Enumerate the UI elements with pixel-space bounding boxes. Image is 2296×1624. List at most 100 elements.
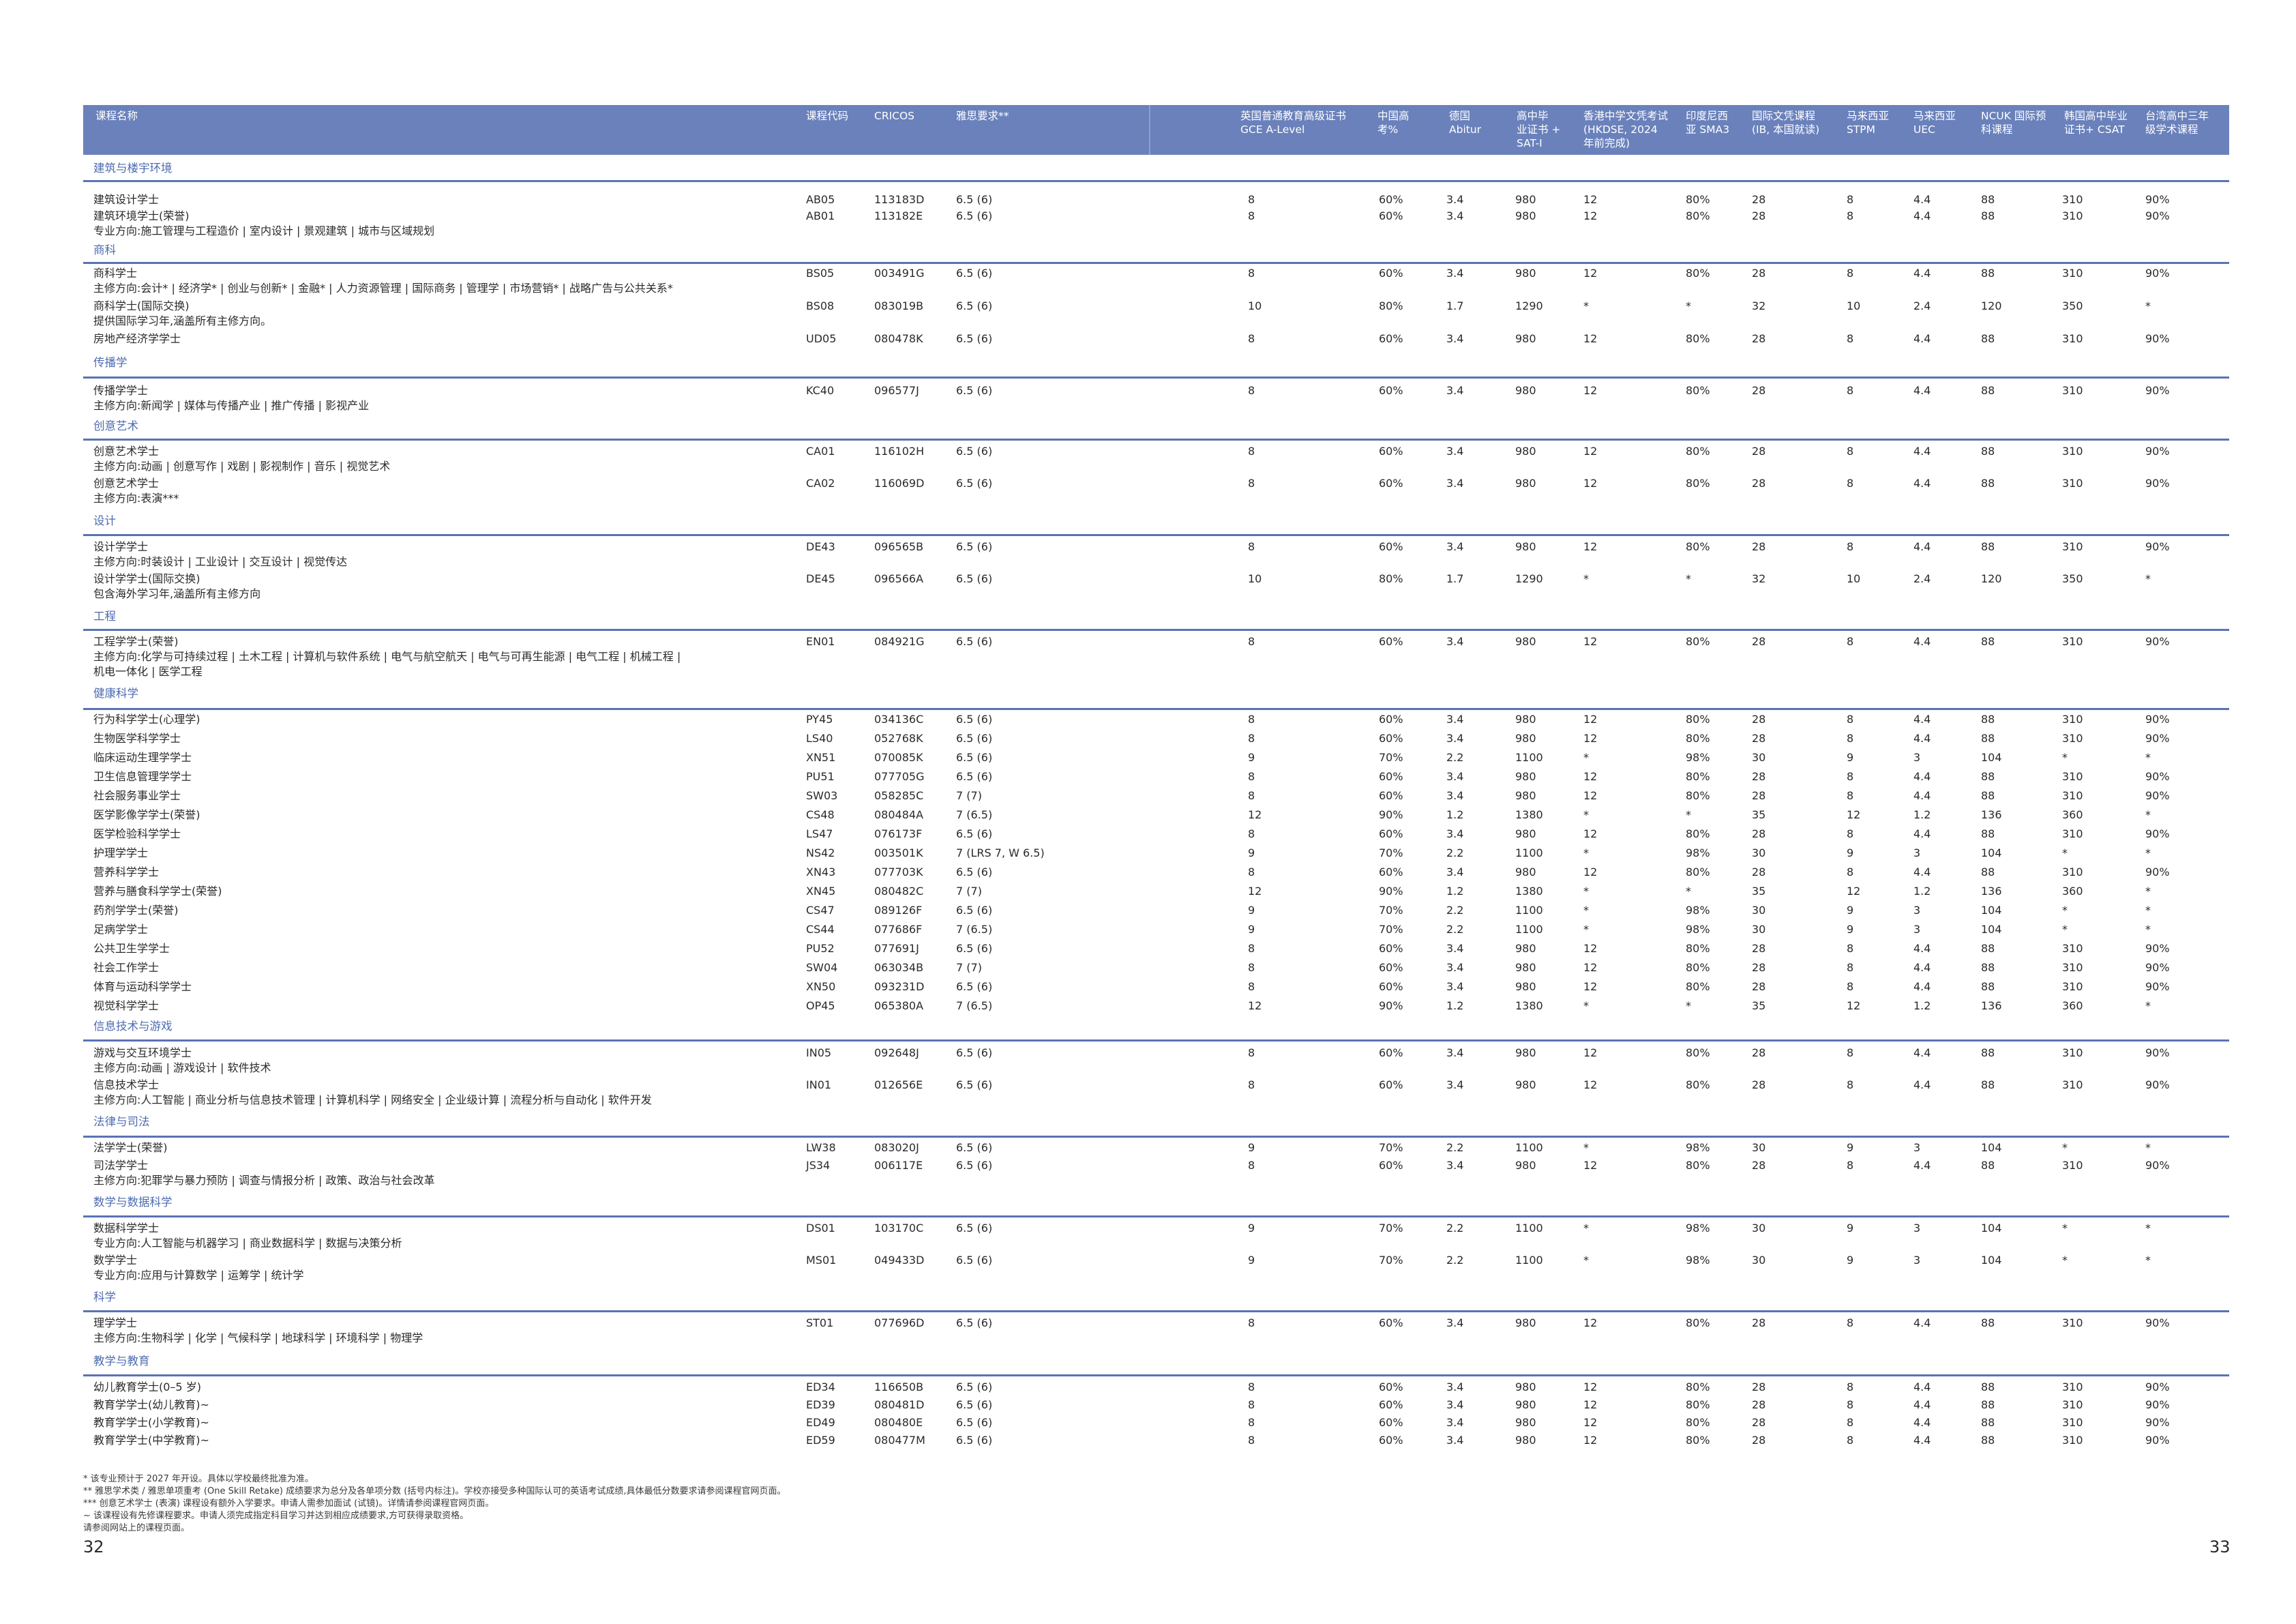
entry-score: 60% — [1379, 445, 1403, 458]
entry-score: 3.4 — [1446, 635, 1464, 648]
entry-score: 12 — [1583, 961, 1598, 974]
entry-score: 12 — [1583, 477, 1598, 490]
entry-score: 60% — [1379, 384, 1403, 397]
course-name: 传播学学士 — [93, 384, 149, 397]
entry-score: 3 — [1913, 904, 1921, 917]
entry-score: 28 — [1752, 540, 1766, 553]
entry-score: 28 — [1752, 209, 1766, 222]
entry-score: 310 — [2062, 1416, 2083, 1429]
cricos-code: 096566A — [874, 572, 924, 585]
entry-score: 12 — [1583, 332, 1598, 345]
cricos-code: 084921G — [874, 635, 925, 648]
ielts-requirement: 6.5 (6) — [956, 635, 993, 648]
entry-score: 80% — [1686, 1316, 1710, 1329]
entry-score: 28 — [1752, 1381, 1766, 1393]
entry-score: 80% — [1686, 1046, 1710, 1059]
entry-score: 90% — [2145, 332, 2170, 345]
entry-score: 4.4 — [1913, 942, 1931, 955]
course-code: NS42 — [806, 846, 835, 859]
course-code: XN51 — [806, 751, 836, 764]
header-cell: 德国 Abitur — [1449, 110, 1482, 136]
section-title: 数学与数据科学 — [93, 1196, 173, 1209]
entry-score: 35 — [1752, 999, 1766, 1012]
entry-score: 60% — [1379, 827, 1403, 840]
entry-score: 70% — [1379, 751, 1403, 764]
entry-score: 1.2 — [1913, 885, 1931, 898]
course-name: 营养与膳食科学学士(荣誉) — [93, 885, 222, 898]
course-code: CS48 — [806, 808, 835, 821]
entry-score: 12 — [1583, 866, 1598, 879]
entry-score: 980 — [1515, 193, 1536, 206]
course-name: 设计学学士 — [93, 540, 149, 553]
entry-score: 4.4 — [1913, 1398, 1931, 1411]
entry-score: 310 — [2062, 1398, 2083, 1411]
entry-score: 80% — [1686, 770, 1710, 783]
entry-score: 80% — [1379, 299, 1403, 312]
entry-score: 1290 — [1515, 299, 1543, 312]
entry-score: 80% — [1686, 1398, 1710, 1411]
entry-score: 90% — [2145, 267, 2170, 280]
entry-score: 8 — [1248, 1398, 1255, 1411]
entry-score: 980 — [1515, 770, 1536, 783]
entry-score: 12 — [1583, 1078, 1598, 1091]
entry-score: 12 — [1583, 635, 1598, 648]
entry-score: * — [1583, 299, 1589, 312]
entry-score: 60% — [1379, 942, 1403, 955]
section-divider — [83, 1039, 2229, 1042]
section-divider — [83, 180, 2229, 182]
entry-score: 10 — [1847, 299, 1861, 312]
course-name: 教育学学士(小学教育)~ — [93, 1416, 209, 1429]
entry-score: 60% — [1379, 267, 1403, 280]
course-code: DE43 — [806, 540, 835, 553]
course-name: 商科学士(国际交换) — [93, 299, 190, 312]
entry-score: 8 — [1847, 713, 1854, 726]
entry-score: * — [1686, 999, 1691, 1012]
entry-score: 80% — [1686, 961, 1710, 974]
entry-score: 3.4 — [1446, 1078, 1464, 1091]
entry-score: 4.4 — [1913, 1078, 1931, 1091]
entry-score: 4.4 — [1913, 866, 1931, 879]
entry-score: 90% — [2145, 445, 2170, 458]
entry-score: 4.4 — [1913, 1159, 1931, 1172]
ielts-requirement: 6.5 (6) — [956, 1381, 993, 1393]
entry-score: 8 — [1847, 445, 1854, 458]
cricos-code: 113183D — [874, 193, 925, 206]
ielts-requirement: 6.5 (6) — [956, 713, 993, 726]
entry-score: 80% — [1686, 789, 1710, 802]
ielts-requirement: 6.5 (6) — [956, 572, 993, 585]
entry-score: * — [2145, 1222, 2151, 1235]
entry-score: 980 — [1515, 1398, 1536, 1411]
entry-score: 12 — [1248, 885, 1262, 898]
entry-score: 90% — [2145, 961, 2170, 974]
entry-score: 88 — [1981, 540, 1995, 553]
entry-score: 60% — [1379, 1416, 1403, 1429]
entry-score: 12 — [1847, 885, 1861, 898]
entry-score: 4.4 — [1913, 980, 1931, 993]
entry-score: 980 — [1515, 1159, 1536, 1172]
entry-score: 90% — [2145, 732, 2170, 745]
ielts-requirement: 6.5 (6) — [956, 332, 993, 345]
entry-score: 28 — [1752, 635, 1766, 648]
entry-score: 980 — [1515, 1416, 1536, 1429]
entry-score: 8 — [1248, 209, 1255, 222]
cricos-code: 080480E — [874, 1416, 923, 1429]
ielts-requirement: 7 (7) — [956, 961, 982, 974]
entry-score: 90% — [2145, 980, 2170, 993]
entry-score: 88 — [1981, 267, 1995, 280]
entry-score: 4.4 — [1913, 540, 1931, 553]
entry-score: 136 — [1981, 808, 2002, 821]
entry-score: 28 — [1752, 770, 1766, 783]
entry-score: 3.4 — [1446, 193, 1464, 206]
entry-score: 8 — [1248, 635, 1255, 648]
section-title: 创意艺术 — [93, 419, 138, 432]
section-divider — [83, 629, 2229, 631]
entry-score: 88 — [1981, 477, 1995, 490]
entry-score: 4.4 — [1913, 267, 1931, 280]
entry-score: 9 — [1248, 1141, 1255, 1154]
entry-score: 98% — [1686, 904, 1710, 917]
entry-score: 88 — [1981, 961, 1995, 974]
entry-score: 8 — [1248, 1434, 1255, 1447]
cricos-code: 080482C — [874, 885, 924, 898]
entry-score: 310 — [2062, 477, 2083, 490]
header-cell: 中国高 考% — [1377, 110, 1410, 136]
